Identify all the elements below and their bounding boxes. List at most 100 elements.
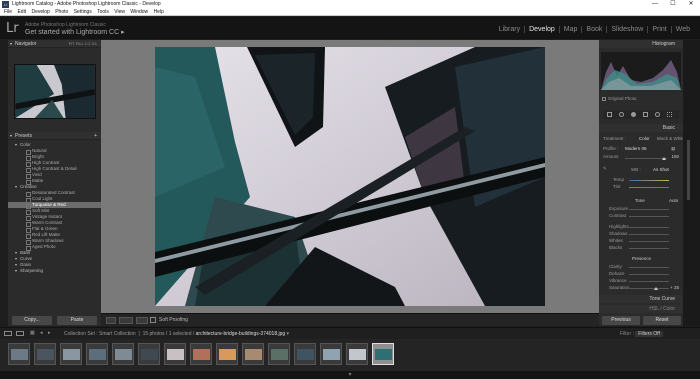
adjustment-brush-icon[interactable] xyxy=(667,112,672,117)
screen-1-icon[interactable] xyxy=(4,331,12,336)
navigator-preview[interactable] xyxy=(14,64,96,119)
saturation-slider[interactable] xyxy=(629,288,669,289)
module-print[interactable]: Print xyxy=(647,26,670,33)
vibrance-slider[interactable] xyxy=(629,281,669,282)
source-label[interactable]: Collection Set : Smart Collection xyxy=(64,331,136,337)
eyedropper-icon[interactable]: ✎ xyxy=(603,166,607,172)
filter-select[interactable]: Filters Off xyxy=(635,331,663,337)
red-eye-icon[interactable] xyxy=(631,112,636,117)
tone-auto-button[interactable]: Auto xyxy=(669,198,678,203)
filmstrip-thumbnail[interactable] xyxy=(112,343,134,365)
filmstrip-thumbnail[interactable] xyxy=(346,343,368,365)
module-library[interactable]: Library xyxy=(495,26,524,33)
menu-tools[interactable]: Tools xyxy=(97,9,109,16)
histogram-header[interactable]: Histogram xyxy=(599,40,683,48)
module-slideshow[interactable]: Slideshow xyxy=(606,26,647,33)
before-after-menu-icon[interactable] xyxy=(136,317,148,324)
before-after-icon[interactable] xyxy=(119,317,133,324)
temp-slider[interactable] xyxy=(629,180,669,181)
minimize-button[interactable]: — xyxy=(646,0,664,9)
blacks-slider[interactable] xyxy=(629,248,669,249)
menu-develop[interactable]: Develop xyxy=(31,9,49,16)
close-button[interactable]: ✕ xyxy=(682,0,700,9)
filmstrip-thumbnail[interactable] xyxy=(216,343,238,365)
filmstrip-thumbnail[interactable] xyxy=(86,343,108,365)
menu-file[interactable]: File xyxy=(4,9,12,16)
filmstrip-thumbnail[interactable] xyxy=(268,343,290,365)
highlights-slider[interactable] xyxy=(629,227,669,228)
thumbnail-image xyxy=(271,349,288,360)
filmstrip-thumbnail[interactable] xyxy=(320,343,342,365)
wb-select[interactable]: As Shot xyxy=(653,167,669,172)
original-photo-checkbox[interactable] xyxy=(602,97,606,101)
photo-preview[interactable] xyxy=(155,47,545,306)
filmstrip-thumbnail[interactable] xyxy=(34,343,56,365)
filmstrip-thumbnail[interactable] xyxy=(60,343,82,365)
hsl-header[interactable]: HSL / Color xyxy=(599,305,683,313)
soft-proofing-checkbox[interactable] xyxy=(150,317,156,323)
saturation-slider-knob[interactable] xyxy=(654,287,658,290)
saturation-value[interactable]: + 25 xyxy=(665,285,679,290)
shadows-slider[interactable] xyxy=(629,234,669,235)
screen-2-icon[interactable] xyxy=(16,331,24,336)
paste-button[interactable]: Paste xyxy=(57,316,97,325)
treatment-color-option[interactable]: Color xyxy=(639,136,650,141)
amount-slider[interactable] xyxy=(625,158,667,159)
reset-button[interactable]: Reset xyxy=(643,316,681,325)
preset-folder[interactable]: Sharpening xyxy=(8,268,101,274)
clarity-label: Clarity xyxy=(609,264,622,269)
exposure-slider[interactable] xyxy=(629,209,669,210)
profile-browser-icon[interactable]: ▦ xyxy=(671,146,675,152)
module-develop[interactable]: Develop xyxy=(524,26,559,33)
dehaze-slider[interactable] xyxy=(629,274,669,275)
maximize-button[interactable]: ☐ xyxy=(664,0,682,9)
amount-value[interactable]: 150 xyxy=(665,154,679,159)
zoom-1-1[interactable]: 1:1 xyxy=(85,41,91,46)
whites-slider[interactable] xyxy=(629,241,669,242)
menu-view[interactable]: View xyxy=(114,9,125,16)
filmstrip-thumbnail[interactable] xyxy=(8,343,30,365)
module-map[interactable]: Map xyxy=(558,26,582,33)
radial-filter-icon[interactable] xyxy=(655,112,660,117)
graduated-filter-icon[interactable] xyxy=(643,112,648,117)
menu-help[interactable]: Help xyxy=(154,9,164,16)
basic-header[interactable]: Basic xyxy=(599,124,683,132)
menu-edit[interactable]: Edit xyxy=(17,9,26,16)
filmstrip-thumbnail[interactable] xyxy=(372,343,394,365)
menu-window[interactable]: Window xyxy=(130,9,148,16)
module-book[interactable]: Book xyxy=(581,26,606,33)
contrast-slider[interactable] xyxy=(629,216,669,217)
filename-dropdown-icon[interactable]: ▾ xyxy=(287,331,290,337)
menu-settings[interactable]: Settings xyxy=(74,9,92,16)
zoom-fit[interactable]: FIT xyxy=(69,41,75,46)
module-web[interactable]: Web xyxy=(670,26,694,33)
loupe-view-icon[interactable] xyxy=(106,317,116,324)
filmstrip-thumbnail[interactable] xyxy=(138,343,160,365)
zoom-3-1[interactable]: 3:1 xyxy=(91,41,97,46)
crop-tool-icon[interactable] xyxy=(607,112,612,117)
filmstrip-thumbnail[interactable] xyxy=(294,343,316,365)
treatment-bw-option[interactable]: Black & White xyxy=(657,136,685,141)
bottom-panel-toggle[interactable]: ▾ xyxy=(0,371,700,379)
navigator-header[interactable]: ▾ Navigator FIT FILL 1:1 3:1 xyxy=(8,40,101,48)
profile-select[interactable]: Modern 06 xyxy=(625,146,647,151)
previous-button[interactable]: Previous xyxy=(602,316,640,325)
right-panel-scrollbar[interactable] xyxy=(683,40,700,326)
get-started-link[interactable]: Get started with Lightroom CC ▸ xyxy=(25,28,125,36)
back-arrow-icon[interactable]: ◂ xyxy=(40,330,43,336)
add-preset-icon[interactable]: + xyxy=(94,132,97,140)
copy-button[interactable]: Copy... xyxy=(12,316,52,325)
menu-photo[interactable]: Photo xyxy=(55,9,68,16)
filmstrip-thumbnail[interactable] xyxy=(242,343,264,365)
grid-view-icon[interactable]: ▦ xyxy=(30,330,35,336)
scrollbar-thumb[interactable] xyxy=(687,140,690,200)
spot-removal-icon[interactable] xyxy=(619,112,624,117)
filmstrip-thumbnail[interactable] xyxy=(190,343,212,365)
tint-slider[interactable] xyxy=(629,187,669,188)
filmstrip-thumbnail[interactable] xyxy=(164,343,186,365)
tone-curve-header[interactable]: Tone Curve xyxy=(599,295,683,303)
presets-header[interactable]: ▾ Presets + xyxy=(8,132,101,140)
zoom-fill[interactable]: FILL xyxy=(76,41,84,46)
clarity-slider[interactable] xyxy=(629,267,669,268)
forward-arrow-icon[interactable]: ▸ xyxy=(48,330,51,336)
